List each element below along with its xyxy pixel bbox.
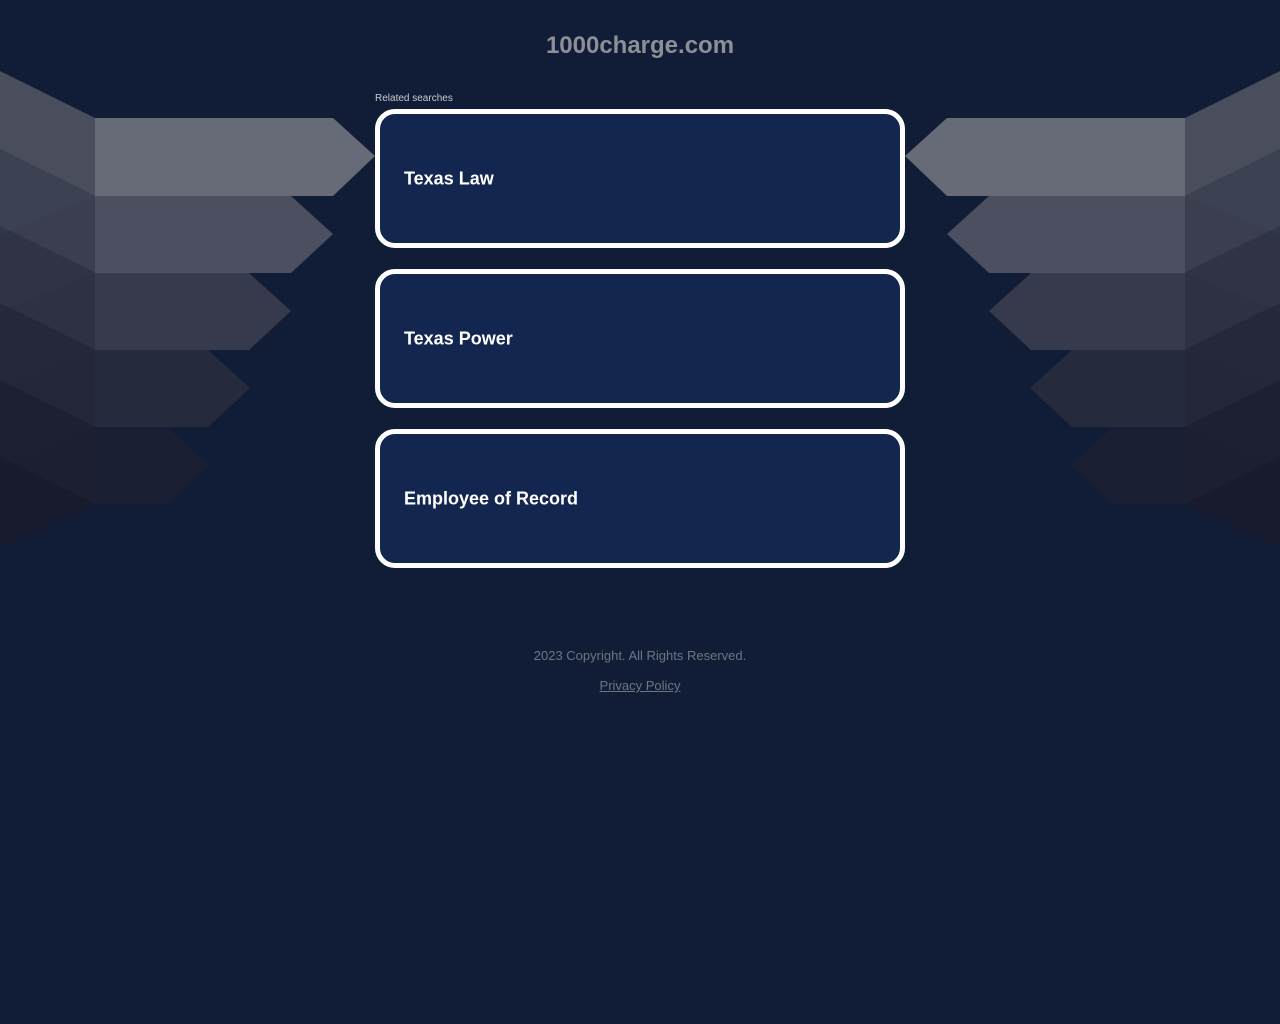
site-domain-title: 1000charge.com <box>545 32 735 59</box>
related-search-item[interactable]: Texas Power <box>375 269 905 408</box>
related-search-label: Texas Power <box>404 328 513 348</box>
copyright-text: 2023 Copyright. All Rights Reserved. <box>533 648 747 663</box>
left-wing-decoration <box>0 71 375 548</box>
related-search-label: Texas Law <box>404 168 494 188</box>
right-wing-decoration <box>905 71 1280 548</box>
related-searches-label: Related searches <box>375 93 453 104</box>
related-search-label: Employee of Record <box>404 488 579 508</box>
related-search-item[interactable]: Texas Law <box>375 109 905 248</box>
privacy-policy-link[interactable]: Privacy Policy <box>600 678 681 693</box>
related-search-item[interactable]: Employee of Record <box>375 429 905 568</box>
footer-links: Privacy Policy <box>0 678 1280 694</box>
